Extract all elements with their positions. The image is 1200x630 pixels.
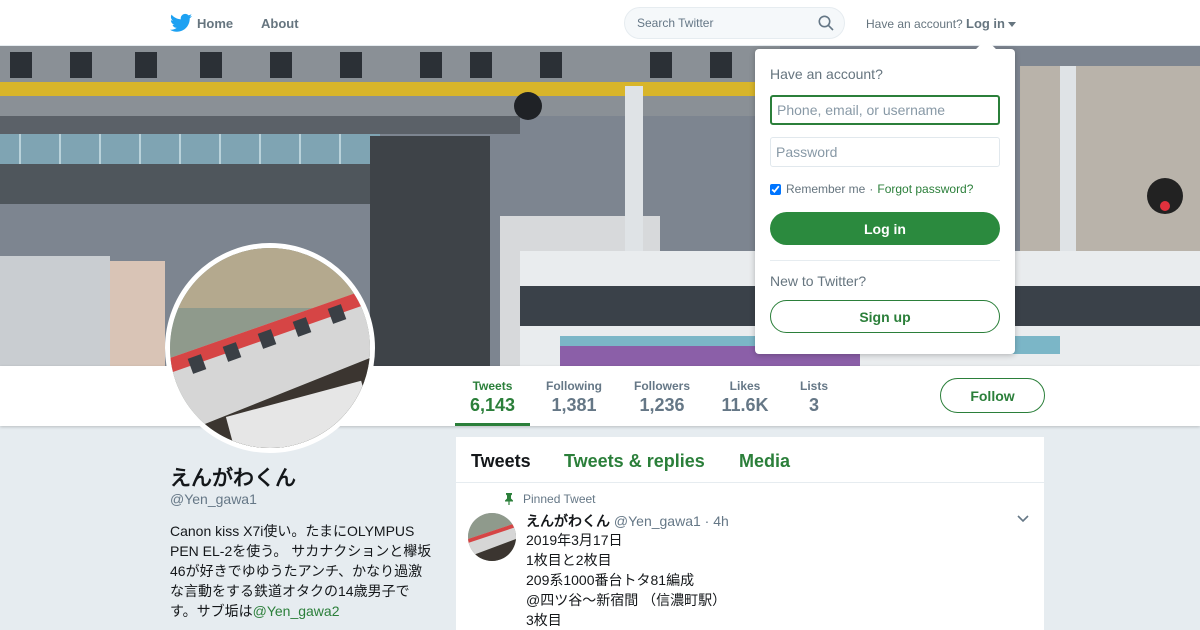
stat-value: 6,143 bbox=[469, 395, 516, 415]
login-toggle-label[interactable]: Log in bbox=[966, 16, 1005, 31]
stat-lists[interactable]: Lists 3 bbox=[794, 366, 834, 426]
have-account-text: Have an account? bbox=[866, 17, 963, 31]
caret-down-icon[interactable] bbox=[1008, 22, 1016, 28]
pin-icon bbox=[505, 493, 513, 505]
tweet-timestamp[interactable]: · 4h bbox=[705, 513, 729, 529]
tweet-line: 2019年3月17日 bbox=[526, 532, 623, 548]
login-button[interactable]: Log in bbox=[770, 212, 1000, 245]
remember-row: Remember me · Forgot password? bbox=[770, 182, 973, 196]
top-nav: Home About Have an account? Log in bbox=[0, 0, 1200, 46]
new-to-twitter-text: New to Twitter? bbox=[770, 273, 867, 289]
stat-value: 3 bbox=[808, 395, 819, 415]
profile-avatar[interactable] bbox=[165, 243, 375, 453]
search-box bbox=[624, 7, 845, 39]
forgot-password-link[interactable]: Forgot password? bbox=[877, 182, 973, 196]
tweet-header: えんがわくん @Yen_gawa1 · 4h bbox=[526, 511, 729, 531]
nav-about-link[interactable]: About bbox=[261, 16, 299, 31]
pinned-tweet-context: Pinned Tweet bbox=[504, 492, 596, 506]
stat-label: Likes bbox=[729, 379, 761, 393]
stat-tweets[interactable]: Tweets 6,143 bbox=[455, 366, 530, 426]
stat-label: Following bbox=[546, 379, 602, 393]
tweet-line: 209系1000番台トタ81編成 bbox=[526, 572, 695, 588]
profile-handle[interactable]: @Yen_gawa1 bbox=[170, 491, 257, 507]
tab-tweets[interactable]: Tweets bbox=[471, 451, 531, 472]
remember-checkbox[interactable] bbox=[770, 183, 781, 195]
timeline-tabs: Tweets Tweets & replies Media bbox=[456, 437, 1044, 483]
follow-button[interactable]: Follow bbox=[940, 378, 1045, 413]
avatar-image bbox=[170, 248, 370, 448]
timeline: Tweets Tweets & replies Media Pinned Twe… bbox=[456, 437, 1044, 630]
stat-label: Tweets bbox=[472, 379, 513, 393]
tweet-line: 1枚目と2枚目 bbox=[526, 552, 612, 568]
username-field[interactable] bbox=[770, 95, 1000, 125]
remember-label[interactable]: Remember me bbox=[786, 182, 865, 196]
search-input[interactable] bbox=[637, 8, 812, 38]
dropdown-divider bbox=[770, 260, 1000, 261]
signup-button[interactable]: Sign up bbox=[770, 300, 1000, 333]
login-dropdown-toggle[interactable]: Log in bbox=[966, 16, 1016, 31]
nav-home-link[interactable]: Home bbox=[197, 16, 233, 31]
stat-value: 1,381 bbox=[551, 395, 597, 415]
tab-media[interactable]: Media bbox=[739, 451, 790, 472]
stat-followers[interactable]: Followers 1,236 bbox=[628, 366, 696, 426]
password-field[interactable] bbox=[770, 137, 1000, 167]
bio-link[interactable]: @Yen_gawa2 bbox=[253, 603, 340, 619]
chevron-down-icon[interactable] bbox=[1017, 515, 1029, 523]
login-dropdown: Have an account? Remember me · Forgot pa… bbox=[755, 39, 1015, 354]
tweet-author-handle[interactable]: @Yen_gawa1 bbox=[614, 513, 701, 529]
pinned-label: Pinned Tweet bbox=[523, 492, 596, 506]
profile-name[interactable]: えんがわくん bbox=[170, 462, 296, 492]
twitter-bird-icon[interactable] bbox=[170, 13, 192, 33]
stat-label: Followers bbox=[633, 379, 690, 393]
tweet-author-name[interactable]: えんがわくん bbox=[526, 513, 610, 529]
stat-likes[interactable]: Likes 11.6K bbox=[716, 366, 774, 426]
dropdown-title: Have an account? bbox=[770, 66, 883, 82]
tweet-avatar[interactable] bbox=[468, 513, 516, 561]
stat-value: 1,236 bbox=[639, 395, 685, 415]
tweet-text: 2019年3月17日 1枚目と2枚目 209系1000番台トタ81編成 @四ツ谷… bbox=[526, 530, 726, 630]
profile-bio: Canon kiss X7i使い。たまにOLYMPUS PEN EL-2を使う。… bbox=[170, 521, 432, 621]
search-icon[interactable] bbox=[818, 15, 834, 31]
tweet-line: 3枚目 bbox=[526, 612, 562, 628]
tweet-line: @四ツ谷〜新宿間 （信濃町駅） bbox=[526, 592, 727, 608]
stat-label: Lists bbox=[799, 379, 828, 393]
tweet-avatar-image bbox=[468, 513, 516, 561]
stat-following[interactable]: Following 1,381 bbox=[540, 366, 608, 426]
separator-dot: · bbox=[869, 182, 874, 196]
tab-tweets-replies[interactable]: Tweets & replies bbox=[564, 451, 705, 472]
stat-value: 11.6K bbox=[721, 395, 769, 415]
